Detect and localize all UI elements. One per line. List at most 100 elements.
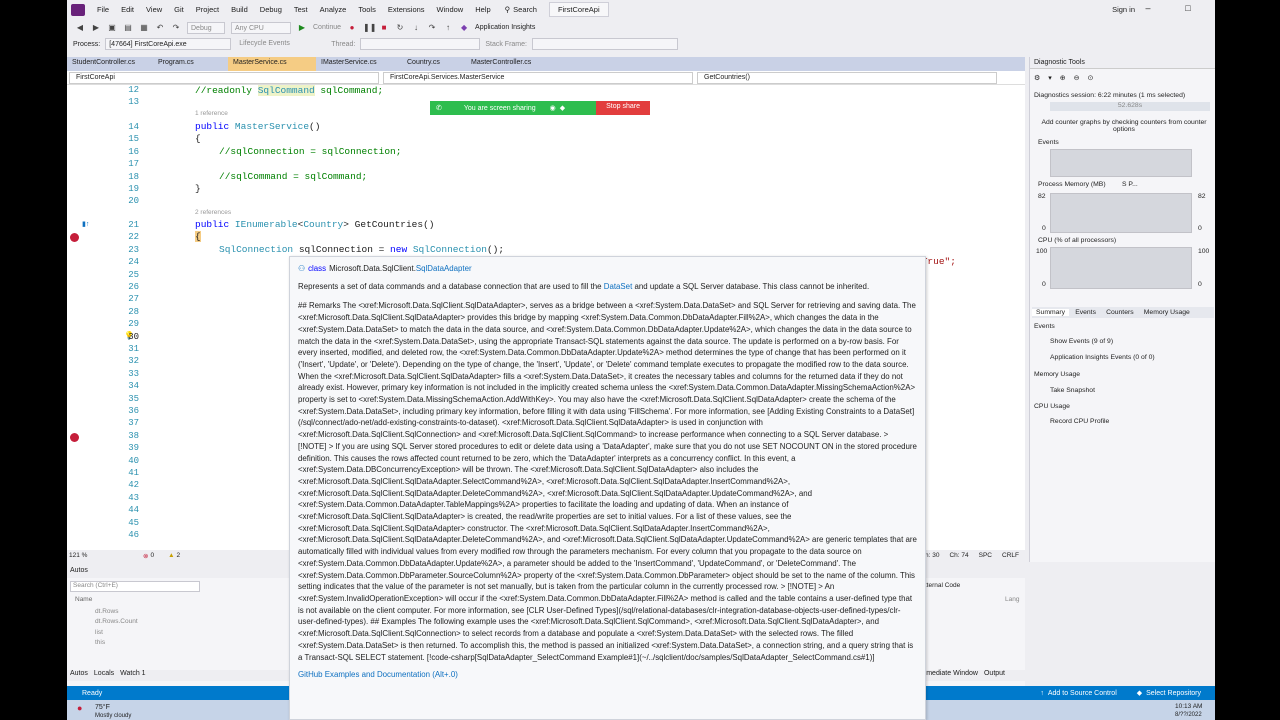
line-number: 35 bbox=[128, 393, 139, 404]
lifecycle-events[interactable]: Lifecycle Events bbox=[236, 38, 326, 50]
code-line: } bbox=[195, 183, 201, 194]
line-ending[interactable]: CRLF bbox=[1002, 552, 1019, 559]
autos-item[interactable]: list bbox=[95, 629, 103, 636]
repo-icon: ◆ bbox=[1136, 690, 1143, 697]
step-over-icon[interactable]: ↷ bbox=[427, 23, 437, 33]
error-count[interactable]: 0 bbox=[150, 552, 154, 559]
menu-git[interactable]: Git bbox=[168, 5, 190, 14]
reset-zoom-icon[interactable]: ⊙ bbox=[1088, 74, 1094, 82]
reference-count[interactable]: 2 references bbox=[195, 209, 231, 216]
minimize-icon[interactable]: – bbox=[1141, 3, 1155, 15]
line-number: 28 bbox=[128, 306, 139, 317]
search-box[interactable]: ⚲ Search bbox=[505, 5, 537, 14]
menu-analyze[interactable]: Analyze bbox=[314, 5, 353, 14]
open-icon[interactable]: ▤ bbox=[123, 23, 133, 33]
tab-program[interactable]: Program.cs bbox=[153, 57, 228, 71]
add-source-control-button[interactable]: Add to Source Control bbox=[1048, 690, 1117, 697]
member-dropdown[interactable]: GetCountries() bbox=[697, 71, 997, 84]
code-line: { bbox=[195, 133, 201, 145]
diag-timeline[interactable]: 52.628s bbox=[1050, 102, 1210, 111]
continue-icon[interactable]: ▶ bbox=[297, 23, 307, 33]
step-out-icon[interactable]: ↑ bbox=[443, 23, 453, 33]
memory-graph[interactable] bbox=[1050, 193, 1192, 233]
thread-dropdown[interactable] bbox=[360, 38, 481, 50]
save-icon[interactable]: ▦ bbox=[139, 23, 149, 33]
ai-events-link[interactable]: Application Insights Events (0 of 0) bbox=[1050, 354, 1155, 361]
settings-icon[interactable]: ⚙ bbox=[1034, 74, 1040, 82]
fire-icon[interactable]: ● bbox=[347, 23, 357, 33]
line-number: 26 bbox=[128, 282, 139, 292]
events-graph[interactable] bbox=[1050, 149, 1192, 177]
reference-count[interactable]: 1 reference bbox=[195, 110, 228, 117]
step-into-icon[interactable]: ↓ bbox=[411, 23, 421, 33]
select-repository-button[interactable]: Select Repository bbox=[1146, 690, 1201, 697]
menu-edit[interactable]: Edit bbox=[115, 5, 140, 14]
menu-test[interactable]: Test bbox=[288, 5, 314, 14]
menu-window[interactable]: Window bbox=[431, 5, 470, 14]
menu-view[interactable]: View bbox=[140, 5, 168, 14]
zoom-out-icon[interactable]: ⊖ bbox=[1074, 74, 1080, 82]
tab-watch1[interactable]: Watch 1 bbox=[120, 670, 145, 681]
weather-temp[interactable]: 75°F bbox=[95, 704, 110, 711]
project-dropdown[interactable]: FirstCoreApi bbox=[69, 71, 379, 84]
select-tools-icon[interactable]: ▾ bbox=[1048, 74, 1052, 82]
show-events-link[interactable]: Show Events (9 of 9) bbox=[1050, 338, 1113, 345]
tab-country[interactable]: Country.cs bbox=[402, 57, 466, 71]
tab-locals[interactable]: Locals bbox=[94, 670, 114, 681]
tooltip-type-link[interactable]: SqlDataAdapter bbox=[416, 263, 472, 275]
platform-dropdown[interactable]: Any CPU bbox=[231, 21, 291, 34]
back-icon[interactable]: ◀ bbox=[75, 23, 85, 33]
cpu-graph[interactable] bbox=[1050, 247, 1192, 289]
undo-icon[interactable]: ↶ bbox=[155, 23, 165, 33]
menu-build[interactable]: Build bbox=[225, 5, 254, 14]
breakpoint-icon[interactable] bbox=[70, 433, 79, 442]
zoom-level[interactable]: 121 % bbox=[67, 552, 93, 559]
tab-output[interactable]: Output bbox=[984, 670, 1005, 681]
class-dropdown[interactable]: FirstCoreApi.Services.MasterService bbox=[383, 71, 693, 84]
stackframe-dropdown[interactable] bbox=[531, 38, 678, 50]
config-dropdown[interactable]: Debug bbox=[187, 21, 225, 34]
process-dropdown[interactable]: [47664] FirstCoreApi.exe bbox=[105, 38, 232, 50]
maximize-icon[interactable]: □ bbox=[1181, 3, 1195, 15]
tooltip-footer-link[interactable]: GitHub Examples and Documentation (Alt+.… bbox=[298, 669, 917, 681]
breakpoint-icon[interactable] bbox=[70, 233, 79, 242]
stop-share-button[interactable]: Stop share bbox=[596, 101, 650, 115]
record-cpu-button[interactable]: Record CPU Profile bbox=[1050, 418, 1109, 425]
tab-masterservice[interactable]: MasterService.cs bbox=[228, 57, 316, 71]
tab-imasterservice[interactable]: IMasterService.cs bbox=[316, 57, 402, 71]
menu-debug[interactable]: Debug bbox=[254, 5, 288, 14]
clock-time[interactable]: 10:13 AM bbox=[1175, 703, 1202, 710]
tab-mastercontroller[interactable]: MasterController.cs bbox=[466, 57, 552, 71]
tab-counters[interactable]: Counters bbox=[1102, 309, 1138, 316]
autos-search-input[interactable]: Search (Ctrl+E) bbox=[70, 581, 200, 592]
menu-file[interactable]: File bbox=[91, 5, 115, 14]
autos-item[interactable]: this bbox=[95, 639, 105, 646]
menu-project[interactable]: Project bbox=[190, 5, 225, 14]
dataset-link[interactable]: DataSet bbox=[604, 282, 633, 291]
redo-icon[interactable]: ↷ bbox=[171, 23, 181, 33]
tab-autos[interactable]: Autos bbox=[70, 670, 88, 681]
restart-icon[interactable]: ↻ bbox=[395, 23, 405, 33]
menu-help[interactable]: Help bbox=[469, 5, 496, 14]
tab-studentcontroller[interactable]: StudentController.cs bbox=[67, 57, 153, 71]
signin-link[interactable]: Sign in bbox=[1112, 5, 1135, 14]
tab-memory-usage[interactable]: Memory Usage bbox=[1140, 309, 1194, 316]
take-snapshot-button[interactable]: Take Snapshot bbox=[1050, 387, 1095, 394]
pause-icon[interactable]: ❚❚ bbox=[363, 23, 376, 33]
autos-item[interactable]: dt.Rows.Count bbox=[95, 618, 138, 625]
menu-extensions[interactable]: Extensions bbox=[382, 5, 431, 14]
share-settings-icon[interactable]: ◉ bbox=[550, 104, 556, 112]
stop-icon[interactable]: ■ bbox=[379, 23, 389, 33]
autos-item[interactable]: dt.Rows bbox=[95, 608, 118, 615]
warning-count[interactable]: 2 bbox=[177, 552, 181, 559]
forward-icon[interactable]: ▶ bbox=[91, 23, 101, 33]
menu-tools[interactable]: Tools bbox=[352, 5, 382, 14]
tab-immediate-window[interactable]: Immediate Window bbox=[918, 670, 978, 681]
continue-button[interactable]: Continue bbox=[313, 24, 341, 31]
new-file-icon[interactable]: ▣ bbox=[107, 23, 117, 33]
tab-summary[interactable]: Summary bbox=[1032, 309, 1070, 316]
zoom-in-icon[interactable]: ⊕ bbox=[1060, 74, 1066, 82]
insights-button[interactable]: Application Insights bbox=[475, 24, 535, 31]
indent-mode[interactable]: SPC bbox=[979, 552, 992, 559]
tab-events[interactable]: Events bbox=[1071, 309, 1100, 316]
